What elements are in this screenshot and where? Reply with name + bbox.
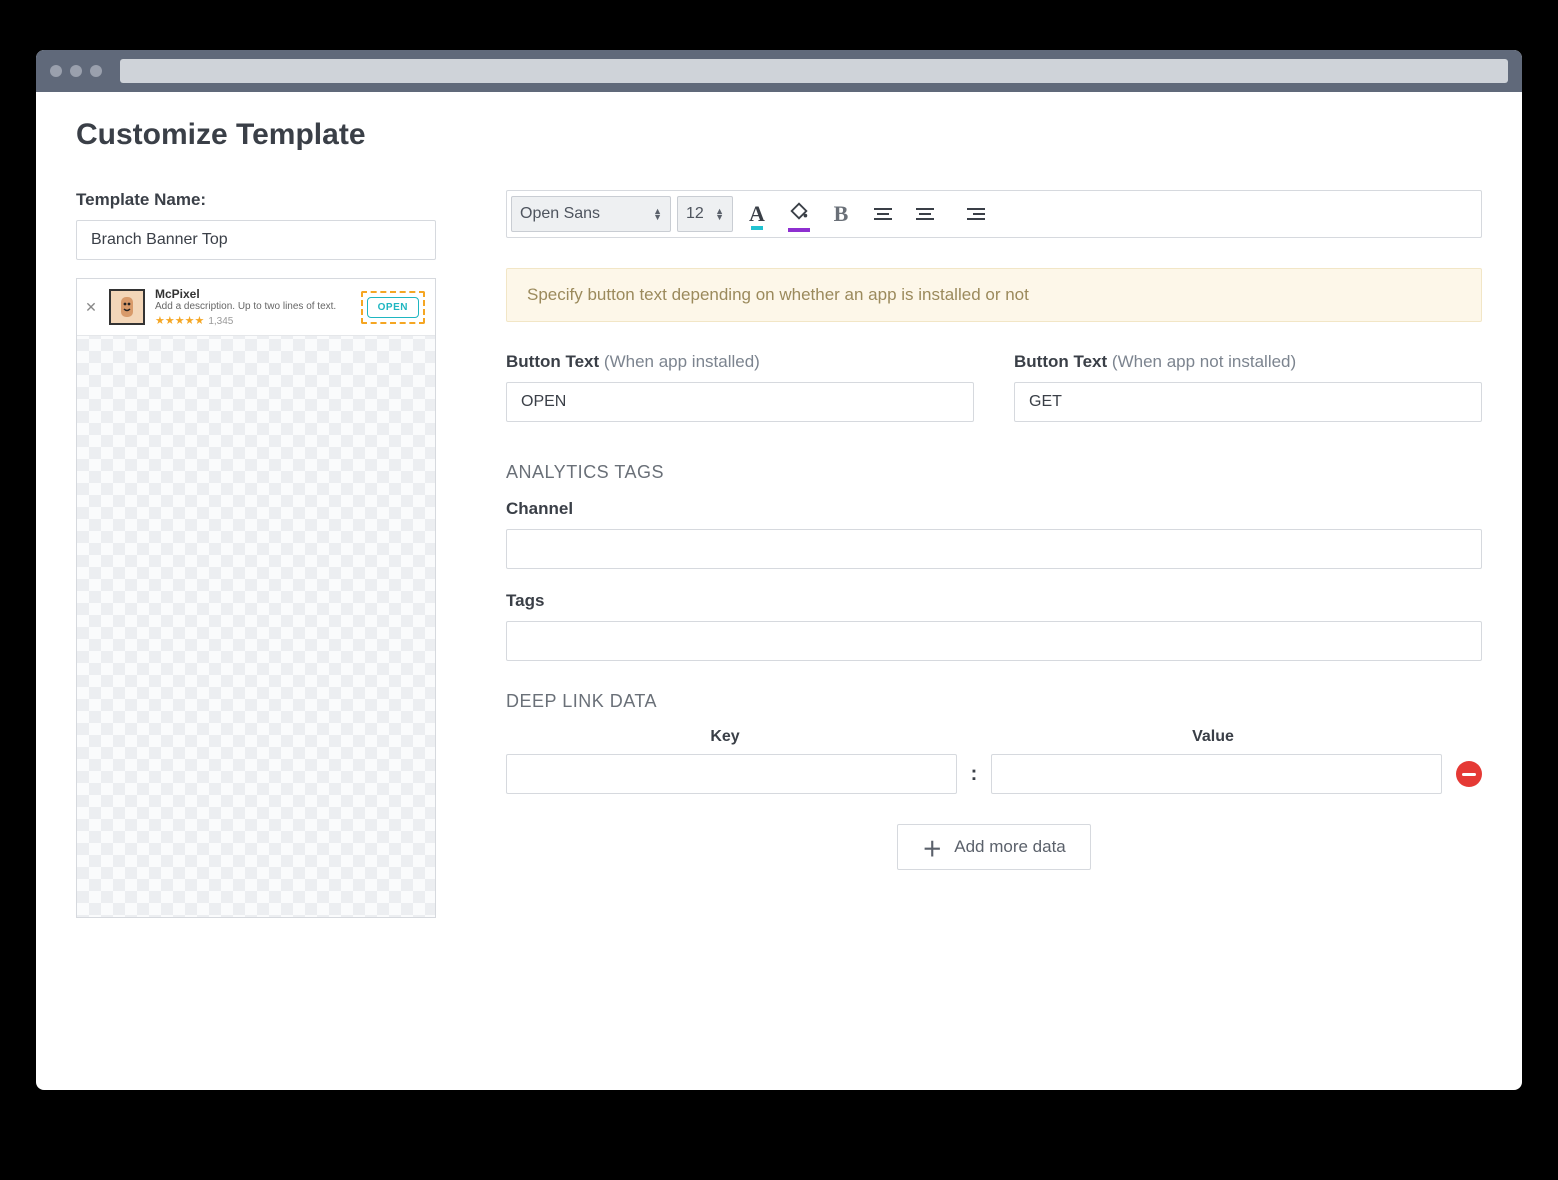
left-column: Template Name: ✕ McPixel Add a descripti… — [76, 190, 436, 918]
window-titlebar — [36, 50, 1522, 92]
banner-description: Add a description. Up to two lines of te… — [155, 301, 351, 312]
btn-installed-input[interactable] — [506, 382, 974, 422]
banner-rating: ★★★★★1,345 — [155, 314, 351, 327]
banner-preview: ✕ McPixel Add a description. Up to two l… — [76, 278, 436, 918]
fill-color-button[interactable] — [781, 196, 817, 232]
font-family-value: Open Sans — [520, 205, 600, 223]
window-min-dot[interactable] — [70, 65, 82, 77]
add-more-label: Add more data — [954, 837, 1066, 857]
page-content: Customize Template Template Name: ✕ McPi… — [36, 92, 1522, 1090]
align-right-icon — [949, 208, 985, 220]
font-size-select[interactable]: 12 ▲▼ — [677, 196, 733, 232]
deeplink-heading: DEEP LINK DATA — [506, 691, 1482, 712]
banner-app-name: McPixel — [155, 287, 351, 301]
align-left-button[interactable] — [865, 196, 901, 232]
btn-notinstalled-input[interactable] — [1014, 382, 1482, 422]
window-max-dot[interactable] — [90, 65, 102, 77]
channel-input[interactable] — [506, 529, 1482, 569]
text-toolbar: Open Sans ▲▼ 12 ▲▼ A — [506, 190, 1482, 238]
banner-close-icon[interactable]: ✕ — [83, 299, 99, 316]
preview-banner: ✕ McPixel Add a description. Up to two l… — [77, 279, 435, 336]
page-title: Customize Template — [76, 118, 1482, 152]
key-column-header: Key — [506, 728, 944, 746]
deeplink-row: : — [506, 754, 1482, 794]
align-center-button[interactable] — [907, 196, 943, 232]
channel-label: Channel — [506, 499, 1482, 519]
align-left-icon — [874, 208, 892, 220]
analytics-heading: ANALYTICS TAGS — [506, 462, 1482, 483]
address-bar[interactable] — [120, 59, 1508, 83]
banner-rating-count: 1,345 — [208, 316, 233, 327]
app-window: Customize Template Template Name: ✕ McPi… — [36, 50, 1522, 1090]
window-close-dot[interactable] — [50, 65, 62, 77]
banner-app-icon — [109, 289, 145, 325]
select-caret-icon: ▲▼ — [715, 208, 724, 220]
template-name-input[interactable] — [76, 220, 436, 260]
deeplink-key-input[interactable] — [506, 754, 957, 794]
text-color-button[interactable]: A — [739, 196, 775, 232]
add-more-data-button[interactable]: ＋ Add more data — [897, 824, 1091, 870]
btn-notinstalled-label: Button Text (When app not installed) — [1014, 352, 1482, 372]
font-family-select[interactable]: Open Sans ▲▼ — [511, 196, 671, 232]
delete-row-button[interactable] — [1456, 761, 1482, 787]
paint-bucket-icon — [788, 200, 810, 222]
plus-icon: ＋ — [922, 833, 942, 862]
right-column: Open Sans ▲▼ 12 ▲▼ A — [506, 190, 1482, 870]
btn-installed-label: Button Text (When app installed) — [506, 352, 974, 372]
bold-button[interactable]: B — [823, 196, 859, 232]
info-banner: Specify button text depending on whether… — [506, 268, 1482, 322]
align-right-button[interactable] — [949, 196, 985, 232]
banner-cta-button[interactable]: OPEN — [367, 297, 419, 318]
align-center-icon — [916, 208, 934, 220]
kv-separator: : — [971, 763, 978, 786]
deeplink-value-input[interactable] — [991, 754, 1442, 794]
minus-icon — [1462, 773, 1476, 776]
value-column-header: Value — [994, 728, 1432, 746]
select-caret-icon: ▲▼ — [653, 208, 662, 220]
tags-input[interactable] — [506, 621, 1482, 661]
template-name-label: Template Name: — [76, 190, 436, 210]
banner-cta-highlight: OPEN — [361, 291, 425, 324]
tags-label: Tags — [506, 591, 1482, 611]
font-size-value: 12 — [686, 205, 704, 223]
